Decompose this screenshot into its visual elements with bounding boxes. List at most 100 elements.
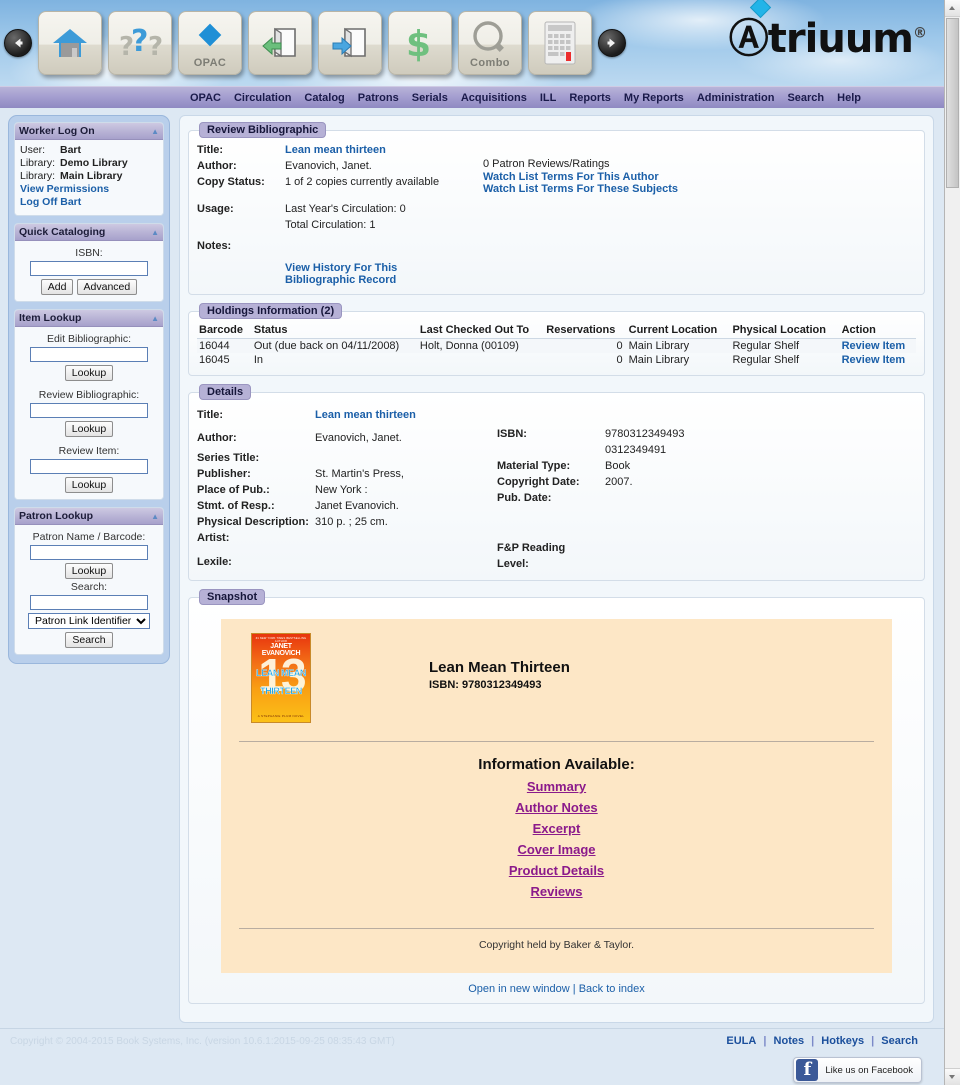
view-permissions-link[interactable]: View Permissions (20, 183, 158, 196)
watch-list-subjects-link[interactable]: Watch List Terms For These Subjects (483, 183, 916, 195)
details-title-row: Title: Lean mean thirteen (197, 404, 497, 426)
review-notes-row: Notes: (197, 238, 483, 254)
footer-link-hotkeys[interactable]: Hotkeys (821, 1035, 864, 1047)
review-item-input[interactable] (30, 459, 148, 474)
menu-item-help[interactable]: Help (837, 92, 861, 104)
menu-item-acquisitions[interactable]: Acquisitions (461, 92, 527, 104)
page-footer: Copyright © 2004-2015 Book Systems, Inc.… (0, 1028, 944, 1085)
back-to-index-link[interactable]: Back to index (579, 983, 645, 995)
svg-text:?: ? (131, 25, 148, 59)
review-bibliographic-right-column: 0 Patron Reviews/Ratings Watch List Term… (483, 142, 916, 286)
details-isbn-row: ISBN: 9780312349493 0312349491 (497, 426, 916, 458)
panel-item-lookup-body: Edit Bibliographic: Lookup Review Biblio… (15, 327, 163, 499)
details-title-link[interactable]: Lean mean thirteen (315, 404, 416, 426)
holdings-col-action: Action (839, 323, 916, 339)
review-bibliographic-buttons: Lookup (20, 421, 158, 437)
menu-item-circulation[interactable]: Circulation (234, 92, 291, 104)
menu-item-search[interactable]: Search (787, 92, 824, 104)
collapse-icon[interactable]: ▲ (151, 314, 159, 323)
help-button[interactable]: ? ? ? (108, 11, 172, 75)
forward-arrow-icon[interactable] (598, 29, 626, 57)
holdings-cell-status: Out (due back on 04/11/2008) (251, 338, 418, 353)
review-item-lookup-button[interactable]: Lookup (64, 477, 114, 493)
fines-button[interactable]: $ (388, 11, 452, 75)
details-lexile-row: Lexile: (197, 554, 497, 570)
add-button[interactable]: Add (40, 279, 74, 295)
menu-item-ill[interactable]: ILL (540, 92, 557, 104)
menu-item-opac[interactable]: OPAC (190, 92, 221, 104)
review-item-link[interactable]: Review Item (842, 340, 906, 352)
patron-link-identifier-select[interactable]: Patron Link Identifier (28, 613, 150, 629)
log-off-link[interactable]: Log Off Bart (20, 196, 158, 209)
check-in-button[interactable] (248, 11, 312, 75)
holdings-table: Barcode Status Last Checked Out To Reser… (197, 323, 916, 367)
footer-link-eula[interactable]: EULA (726, 1035, 756, 1047)
panel-item-lookup-header[interactable]: Item Lookup ▲ (15, 310, 163, 327)
section-details-title: Details (199, 384, 252, 400)
review-title-link[interactable]: Lean mean thirteen (285, 142, 386, 158)
footer-link-search[interactable]: Search (881, 1035, 918, 1047)
panel-patron-lookup-header[interactable]: Patron Lookup ▲ (15, 508, 163, 525)
main-panel: Review Bibliographic Title: Lean mean th… (179, 115, 934, 1023)
info-link-reviews[interactable]: Reviews (239, 881, 874, 902)
info-link-excerpt[interactable]: Excerpt (239, 818, 874, 839)
info-link-product-details[interactable]: Product Details (239, 860, 874, 881)
footer-link-notes[interactable]: Notes (774, 1035, 805, 1047)
panel-worker-log-on-body: User: Bart Library: Demo Library Library: M… (15, 140, 163, 215)
section-details: Details Title: Lean mean thirteen Author… (188, 384, 925, 581)
collapse-icon[interactable]: ▲ (151, 228, 159, 237)
scrollbar-thumb[interactable] (946, 18, 959, 188)
menu-item-catalog[interactable]: Catalog (304, 92, 344, 104)
advanced-button[interactable]: Advanced (76, 279, 138, 295)
edit-bibliographic-buttons: Lookup (20, 365, 158, 381)
menu-item-patrons[interactable]: Patrons (358, 92, 399, 104)
svg-text:?: ? (148, 32, 163, 61)
home-button[interactable] (38, 11, 102, 75)
review-bibliographic-input[interactable] (30, 403, 148, 418)
holdings-col-physical-location: Physical Location (730, 323, 840, 339)
vertical-scrollbar[interactable] (944, 0, 960, 1085)
patron-lookup-button[interactable]: Lookup (64, 563, 114, 579)
facebook-like-button[interactable]: f Like us on Facebook (793, 1057, 922, 1083)
info-link-cover-image[interactable]: Cover Image (239, 839, 874, 860)
patron-search-input[interactable] (30, 595, 148, 610)
combo-button[interactable]: Combo (458, 11, 522, 75)
menu-item-my-reports[interactable]: My Reports (624, 92, 684, 104)
panel-worker-log-on-title: Worker Log On (19, 125, 95, 137)
back-arrow-icon[interactable] (4, 29, 32, 57)
section-holdings-information-title: Holdings Information (2) (199, 303, 343, 319)
isbn-input[interactable] (30, 261, 148, 276)
menu-item-administration[interactable]: Administration (697, 92, 775, 104)
logo-text: triuum (767, 16, 914, 62)
patron-name-input[interactable] (30, 545, 148, 560)
review-bibliographic-lookup-button[interactable]: Lookup (64, 421, 114, 437)
opac-button-label: OPAC (193, 57, 227, 69)
patron-search-buttons: Search (20, 632, 158, 648)
section-review-bibliographic-title: Review Bibliographic (199, 122, 327, 138)
menu-item-serials[interactable]: Serials (412, 92, 448, 104)
section-snapshot-title: Snapshot (199, 589, 266, 605)
scroll-down-arrow-icon[interactable] (945, 1068, 960, 1085)
check-out-button[interactable] (318, 11, 382, 75)
review-item-link[interactable]: Review Item (842, 354, 906, 366)
diamond-icon (198, 23, 222, 47)
footer-separator: | (763, 1035, 767, 1047)
panel-quick-cataloging-header[interactable]: Quick Cataloging ▲ (15, 224, 163, 241)
view-history-link[interactable]: View History For This Bibliographic Reco… (285, 262, 397, 286)
patron-search-button[interactable]: Search (65, 632, 113, 648)
calculator-button[interactable] (528, 11, 592, 75)
watch-list-author-link[interactable]: Watch List Terms For This Author (483, 171, 916, 183)
info-link-summary[interactable]: Summary (239, 776, 874, 797)
scroll-up-arrow-icon[interactable] (945, 0, 960, 17)
panel-worker-log-on-header[interactable]: Worker Log On ▲ (15, 123, 163, 140)
open-in-new-window-link[interactable]: Open in new window (468, 983, 570, 995)
collapse-icon[interactable]: ▲ (151, 512, 159, 521)
logo-a-glyph: Ⓐ (728, 16, 769, 62)
collapse-icon[interactable]: ▲ (151, 127, 159, 136)
opac-button[interactable]: OPAC (178, 11, 242, 75)
edit-bibliographic-input[interactable] (30, 347, 148, 362)
edit-bibliographic-lookup-button[interactable]: Lookup (64, 365, 114, 381)
info-link-author-notes[interactable]: Author Notes (239, 797, 874, 818)
menu-item-reports[interactable]: Reports (569, 92, 611, 104)
sidebar: Worker Log On ▲ User: Bart Library: Demo L… (8, 115, 170, 664)
